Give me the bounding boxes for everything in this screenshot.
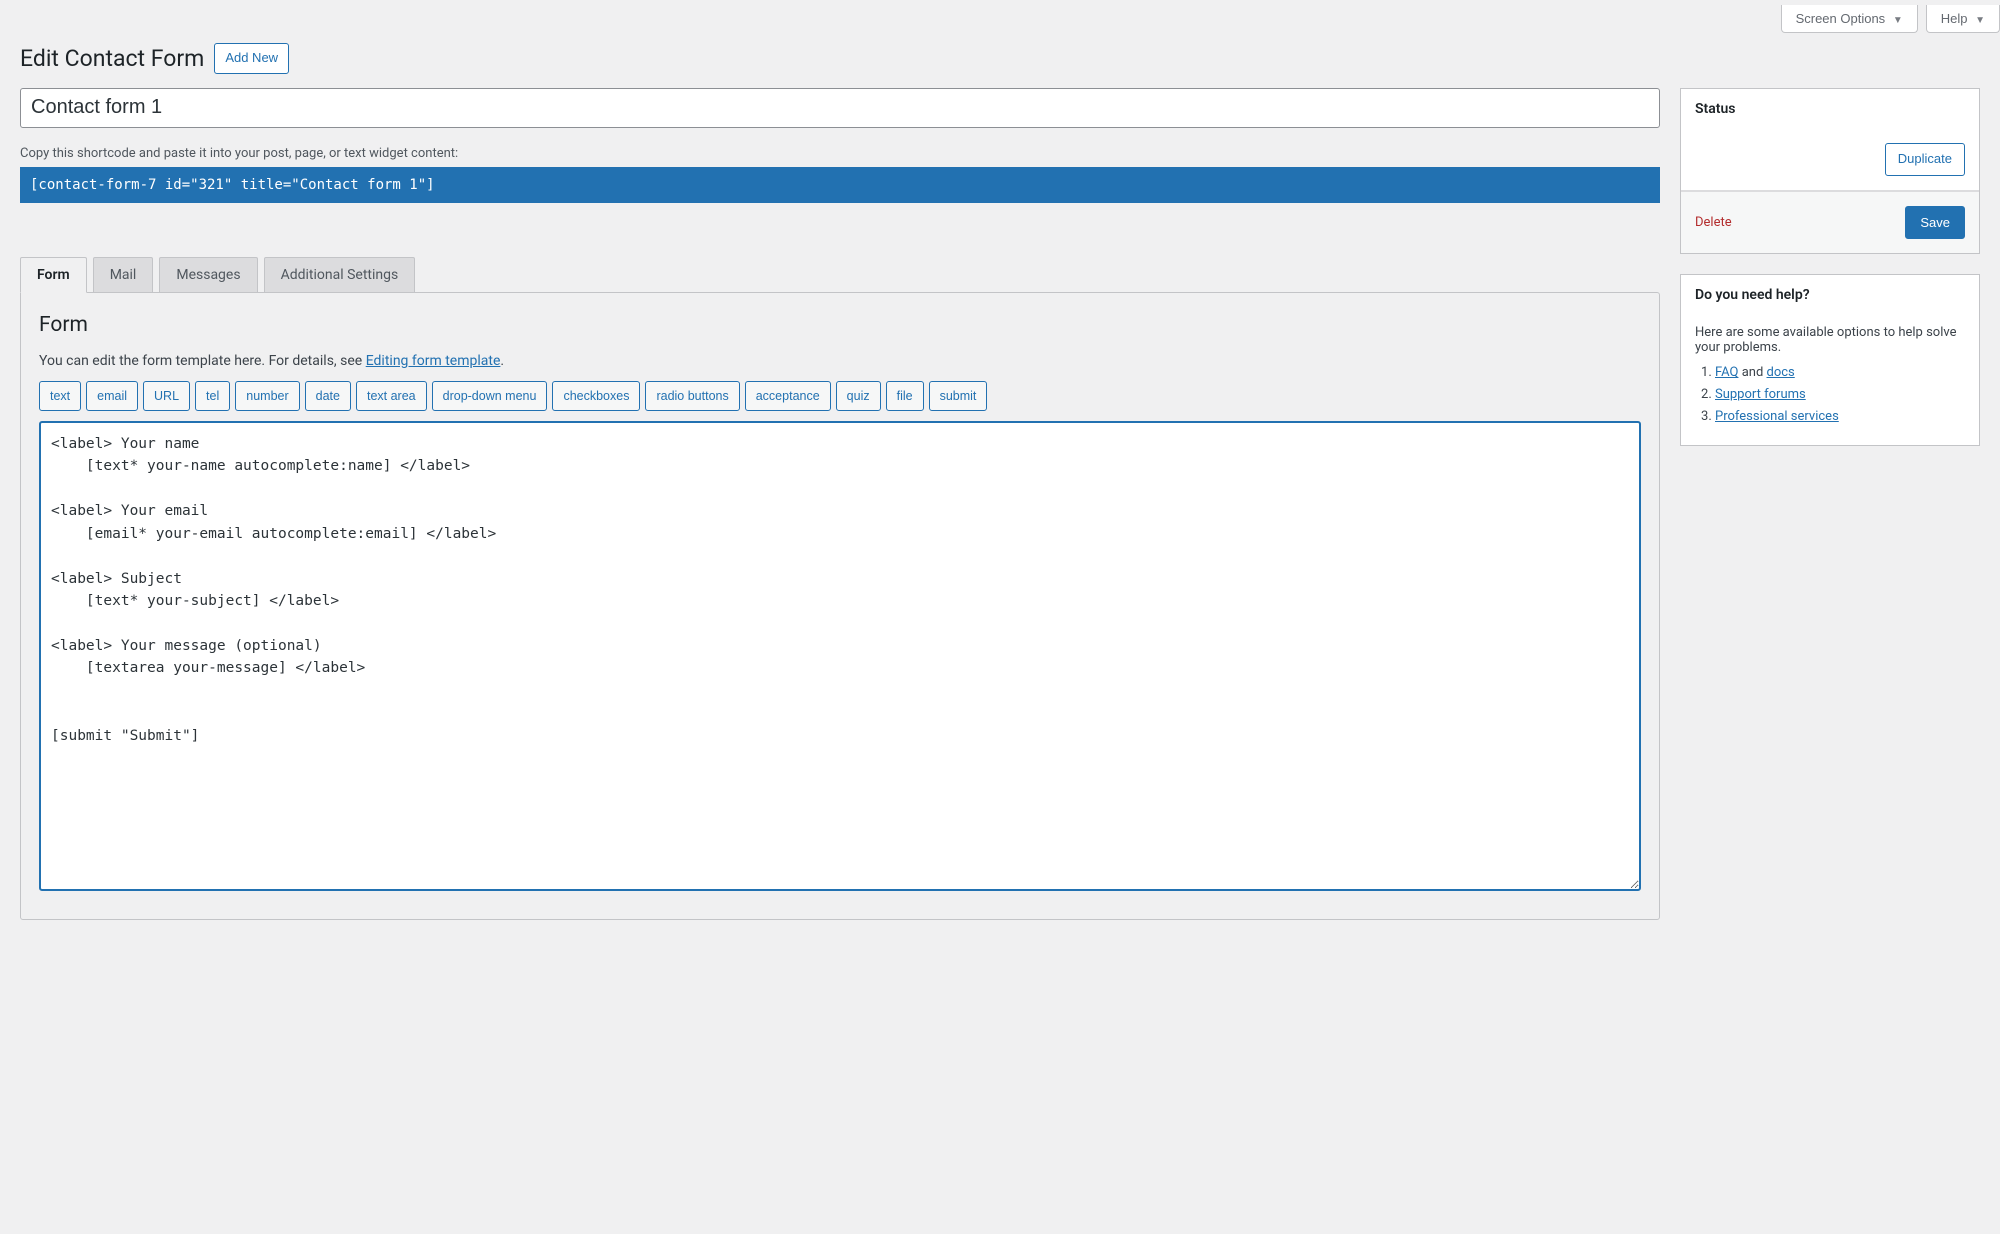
panel-desc-suffix: . — [500, 353, 504, 369]
tag-button-email[interactable]: email — [86, 381, 138, 411]
help-label: Help — [1941, 11, 1968, 26]
help-button[interactable]: Help ▼ — [1926, 5, 2000, 33]
screen-options-label: Screen Options — [1796, 11, 1886, 26]
status-postbox: Status Duplicate Delete Save — [1680, 88, 1980, 254]
shortcode-hint: Copy this shortcode and paste it into yo… — [20, 146, 1660, 161]
tag-button-date[interactable]: date — [305, 381, 351, 411]
tag-button-row: textemailURLtelnumberdatetext areadrop-d… — [39, 381, 1641, 411]
tag-button-text[interactable]: text — [39, 381, 81, 411]
chevron-down-icon: ▼ — [1975, 15, 1985, 26]
tag-button-acceptance[interactable]: acceptance — [745, 381, 831, 411]
help-item-2: Support forums — [1715, 387, 1965, 402]
duplicate-button[interactable]: Duplicate — [1885, 143, 1965, 176]
tag-button-radio-buttons[interactable]: radio buttons — [645, 381, 739, 411]
delete-link[interactable]: Delete — [1695, 215, 1732, 230]
panel-desc-prefix: You can edit the form template here. For… — [39, 353, 366, 369]
tab-form[interactable]: Form — [20, 257, 87, 293]
form-template-textarea[interactable] — [39, 421, 1641, 891]
help-title: Do you need help? — [1681, 275, 1979, 315]
help-postbox: Do you need help? Here are some availabl… — [1680, 274, 1980, 446]
tab-additional-settings[interactable]: Additional Settings — [264, 257, 416, 292]
help-item-1-mid: and — [1738, 365, 1766, 380]
chevron-down-icon: ▼ — [1893, 15, 1903, 26]
panel-heading: Form — [39, 313, 1641, 337]
docs-link[interactable]: docs — [1767, 365, 1795, 380]
support-forums-link[interactable]: Support forums — [1715, 387, 1806, 402]
tag-button-text-area[interactable]: text area — [356, 381, 427, 411]
panel-description: You can edit the form template here. For… — [39, 353, 1641, 369]
status-title: Status — [1681, 89, 1979, 129]
tag-button-submit[interactable]: submit — [929, 381, 988, 411]
tag-button-number[interactable]: number — [235, 381, 299, 411]
tab-messages[interactable]: Messages — [159, 257, 257, 292]
tag-button-checkboxes[interactable]: checkboxes — [552, 381, 640, 411]
tag-button-file[interactable]: file — [886, 381, 924, 411]
tag-button-tel[interactable]: tel — [195, 381, 230, 411]
form-title-input[interactable] — [20, 88, 1660, 128]
save-button[interactable]: Save — [1905, 206, 1965, 240]
tag-button-URL[interactable]: URL — [143, 381, 190, 411]
help-intro: Here are some available options to help … — [1695, 325, 1965, 355]
tab-mail[interactable]: Mail — [93, 257, 154, 292]
faq-link[interactable]: FAQ — [1715, 365, 1738, 380]
page-title: Edit Contact Form — [20, 45, 204, 72]
help-item-1: FAQ and docs — [1715, 365, 1965, 380]
help-item-3: Professional services — [1715, 409, 1965, 424]
screen-options-button[interactable]: Screen Options ▼ — [1781, 5, 1918, 33]
tag-button-drop-down-menu[interactable]: drop-down menu — [432, 381, 548, 411]
shortcode-code[interactable]: [contact-form-7 id="321" title="Contact … — [20, 167, 1660, 203]
tag-button-quiz[interactable]: quiz — [836, 381, 881, 411]
professional-services-link[interactable]: Professional services — [1715, 409, 1839, 424]
add-new-button[interactable]: Add New — [214, 43, 289, 74]
editing-form-template-link[interactable]: Editing form template — [366, 353, 501, 369]
tab-row: Form Mail Messages Additional Settings — [20, 257, 1660, 292]
